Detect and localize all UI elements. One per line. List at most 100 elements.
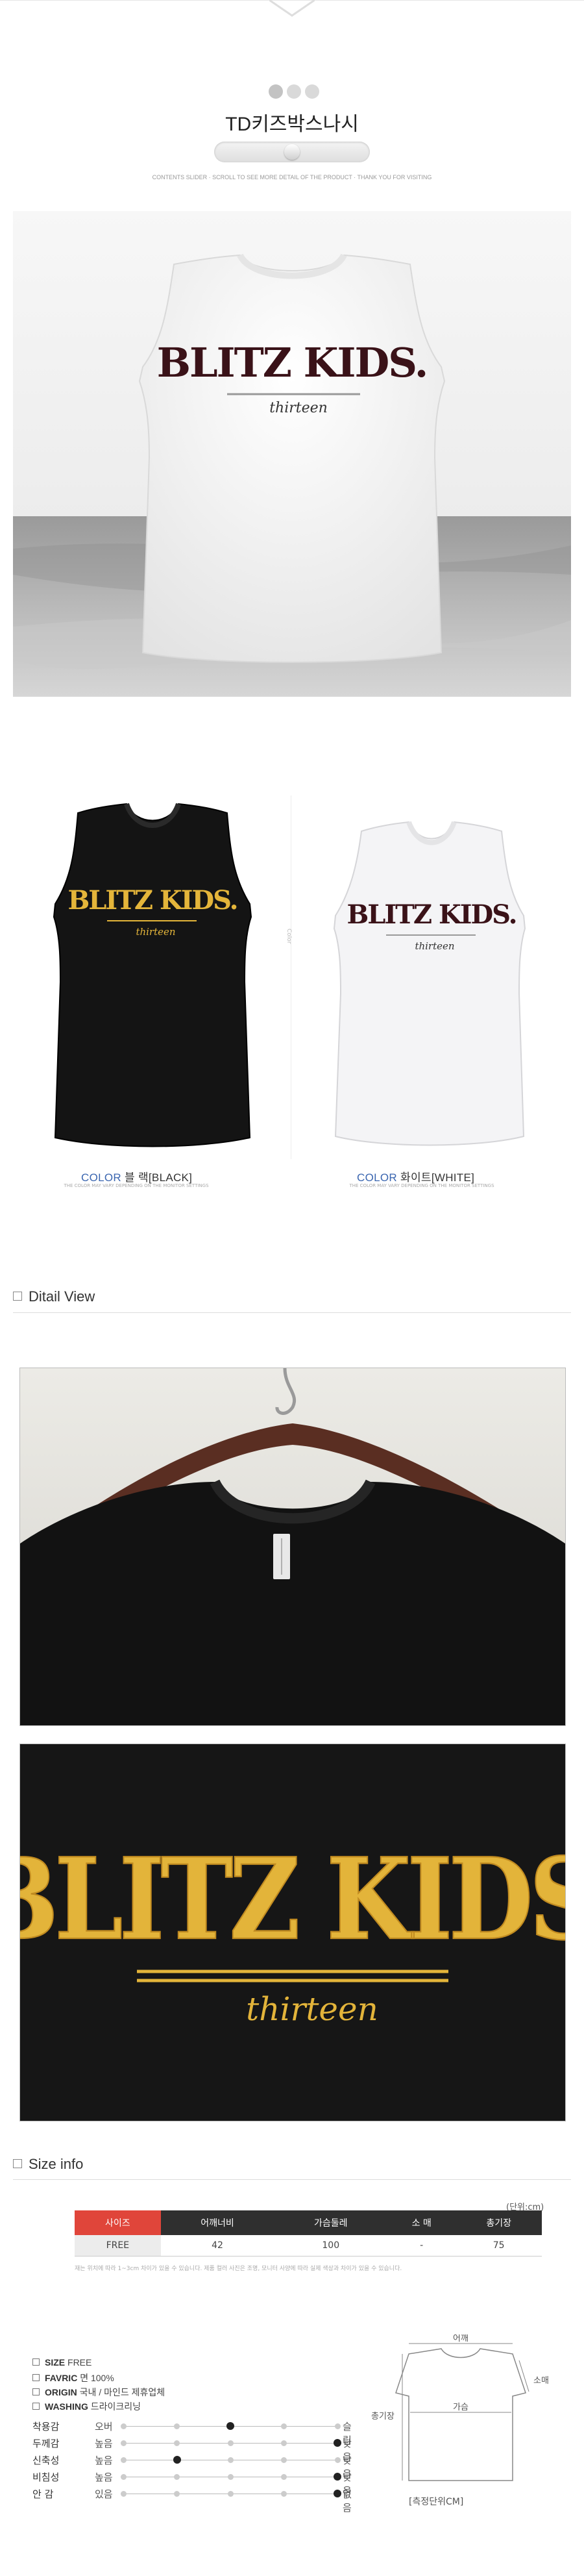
- rating-marker-selected: [334, 2490, 341, 2497]
- square-icon: [32, 2388, 40, 2395]
- detail-photo-neck: [19, 1368, 566, 1726]
- section-divider: [13, 1312, 571, 1313]
- rating-label: 안 감: [32, 2488, 54, 2500]
- size-col-header: 사이즈: [75, 2210, 161, 2235]
- measure-sleeve: 소매: [533, 2376, 549, 2386]
- table-cell: 75: [456, 2235, 542, 2257]
- slider-caption: CONTENTS SLIDER · SCROLL TO SEE MORE DET…: [152, 174, 432, 181]
- color-side-text: Color: [286, 929, 292, 944]
- square-icon: [13, 1292, 22, 1301]
- rating-label: 착용감: [32, 2421, 60, 2432]
- measure-caption: [측정단위CM]: [409, 2497, 464, 2507]
- print-script-text: thirteen: [269, 400, 328, 416]
- color-caption: THE COLOR MAY VARY DEPENDING ON THE MONI…: [349, 1183, 494, 1188]
- rating-marker: [174, 2440, 180, 2446]
- table-cell: 100: [274, 2235, 388, 2257]
- measure-shoulder: 어깨: [453, 2334, 468, 2344]
- size-col-header: 어깨너비: [160, 2210, 274, 2235]
- table-cell: FREE: [75, 2235, 161, 2257]
- size-col-header: 총기장: [456, 2210, 542, 2235]
- rating-marker: [227, 2440, 234, 2446]
- slide-dot[interactable]: [269, 84, 283, 99]
- rating-low-label: 오버: [95, 2421, 113, 2432]
- section-divider: [13, 2179, 571, 2180]
- square-icon: [32, 2374, 40, 2381]
- rating-high-label: 없음: [343, 2488, 352, 2514]
- measure-chest: 가슴: [453, 2403, 468, 2412]
- table-cell: -: [387, 2235, 456, 2257]
- rating-marker: [281, 2440, 287, 2446]
- section-heading-size: Size info: [13, 2156, 83, 2173]
- print-main-text: BLITZ KIDS.: [157, 339, 428, 386]
- rating-label: 신축성: [32, 2455, 60, 2466]
- detail-photo-print: BLITZ KIDS. thirteen: [19, 1744, 566, 2121]
- detail-print-main: BLITZ KIDS.: [20, 1834, 565, 1966]
- rating-row: 두께감 높음 낮음: [32, 2436, 352, 2463]
- rating-marker: [120, 2474, 127, 2480]
- rating-marker: [227, 2457, 234, 2463]
- rating-marker: [334, 2423, 341, 2429]
- color-label-black: COLOR 블 랙[BLACK]: [81, 1171, 193, 1184]
- rating-marker: [281, 2491, 287, 2497]
- size-col-header: 소 매: [387, 2210, 456, 2235]
- color-caption: THE COLOR MAY VARY DEPENDING ON THE MONI…: [64, 1183, 209, 1188]
- square-icon: [32, 2403, 40, 2410]
- hero-product-photo: BLITZ KIDS. thirteen: [13, 211, 571, 697]
- rating-marker: [120, 2491, 127, 2497]
- size-note: 재는 위치에 따라 1~3cm 차이가 있을 수 있습니다. 제품 컬러 사진은…: [75, 2266, 402, 2272]
- rating-marker: [281, 2457, 287, 2463]
- spec-origin: ORIGIN 국내 / 마인드 제휴업체: [32, 2386, 165, 2399]
- rating-low-label: 높음: [95, 2438, 113, 2449]
- rating-row: 안 감 있음 없음: [32, 2487, 352, 2514]
- table-row: FREE 42 100 - 75: [75, 2235, 542, 2257]
- spec-size: SIZE FREE: [32, 2357, 91, 2368]
- product-title: TD키즈박스나시: [225, 114, 359, 135]
- white-print-script: thirteen: [415, 940, 454, 952]
- white-print-main: BLITZ KIDS.: [347, 899, 516, 930]
- slide-dot[interactable]: [305, 84, 319, 99]
- rating-marker: [174, 2423, 180, 2429]
- measure-length: 총기장: [371, 2412, 395, 2421]
- rating-row: 신축성 높음 낮음: [32, 2453, 352, 2480]
- slide-dot[interactable]: [287, 84, 301, 99]
- black-print-main: BLITZ KIDS.: [67, 885, 237, 916]
- rating-marker: [174, 2491, 180, 2497]
- rating-low-label: 높음: [95, 2471, 113, 2483]
- white-shirt-image: BLITZ KIDS. thirteen: [321, 812, 535, 1156]
- rating-marker: [227, 2491, 234, 2497]
- rating-marker: [334, 2457, 341, 2463]
- rating-marker: [227, 2474, 234, 2480]
- black-shirt-image: BLITZ KIDS. thirteen: [36, 794, 256, 1157]
- square-icon: [32, 2358, 40, 2366]
- rating-low-label: 있음: [95, 2488, 113, 2500]
- rating-marker-selected: [173, 2456, 181, 2464]
- rating-marker: [120, 2440, 127, 2446]
- rating-label: 두께감: [32, 2438, 60, 2449]
- rating-marker-selected: [226, 2422, 234, 2430]
- size-col-header: 가슴둘레: [274, 2210, 388, 2235]
- measurement-diagram: 어깨 가슴 총기장 소매: [363, 2334, 558, 2490]
- rating-low-label: 높음: [95, 2455, 113, 2466]
- black-print-script: thirteen: [136, 926, 175, 938]
- chevron-down-icon: [269, 0, 315, 17]
- detail-print-script: thirteen: [246, 1990, 378, 2028]
- rating-row: 비침성 높음 낮음: [32, 2470, 352, 2497]
- color-label-white: COLOR 화이트[WHITE]: [357, 1171, 475, 1184]
- slider-handle[interactable]: [284, 144, 300, 160]
- square-icon: [13, 2159, 22, 2169]
- rating-marker-selected: [334, 2439, 341, 2447]
- rating-marker: [120, 2423, 127, 2429]
- rating-marker-selected: [334, 2473, 341, 2481]
- rating-row: 착용감 오버 슬림: [32, 2420, 352, 2446]
- size-table: 사이즈 어깨너비 가슴둘레 소 매 총기장 FREE 42 100 - 75: [75, 2210, 542, 2257]
- rating-marker: [174, 2474, 180, 2480]
- spec-fabric: FAVRIC 면 100%: [32, 2371, 114, 2384]
- slide-dots[interactable]: [269, 84, 319, 99]
- rating-marker: [281, 2423, 287, 2429]
- section-heading-detail: Ditail View: [13, 1288, 95, 1305]
- spec-washing: WASHING 드라이크리닝: [32, 2400, 141, 2413]
- rating-label: 비침성: [32, 2471, 60, 2483]
- rating-marker: [120, 2457, 127, 2463]
- content-slider[interactable]: [214, 142, 370, 162]
- rating-marker: [281, 2474, 287, 2480]
